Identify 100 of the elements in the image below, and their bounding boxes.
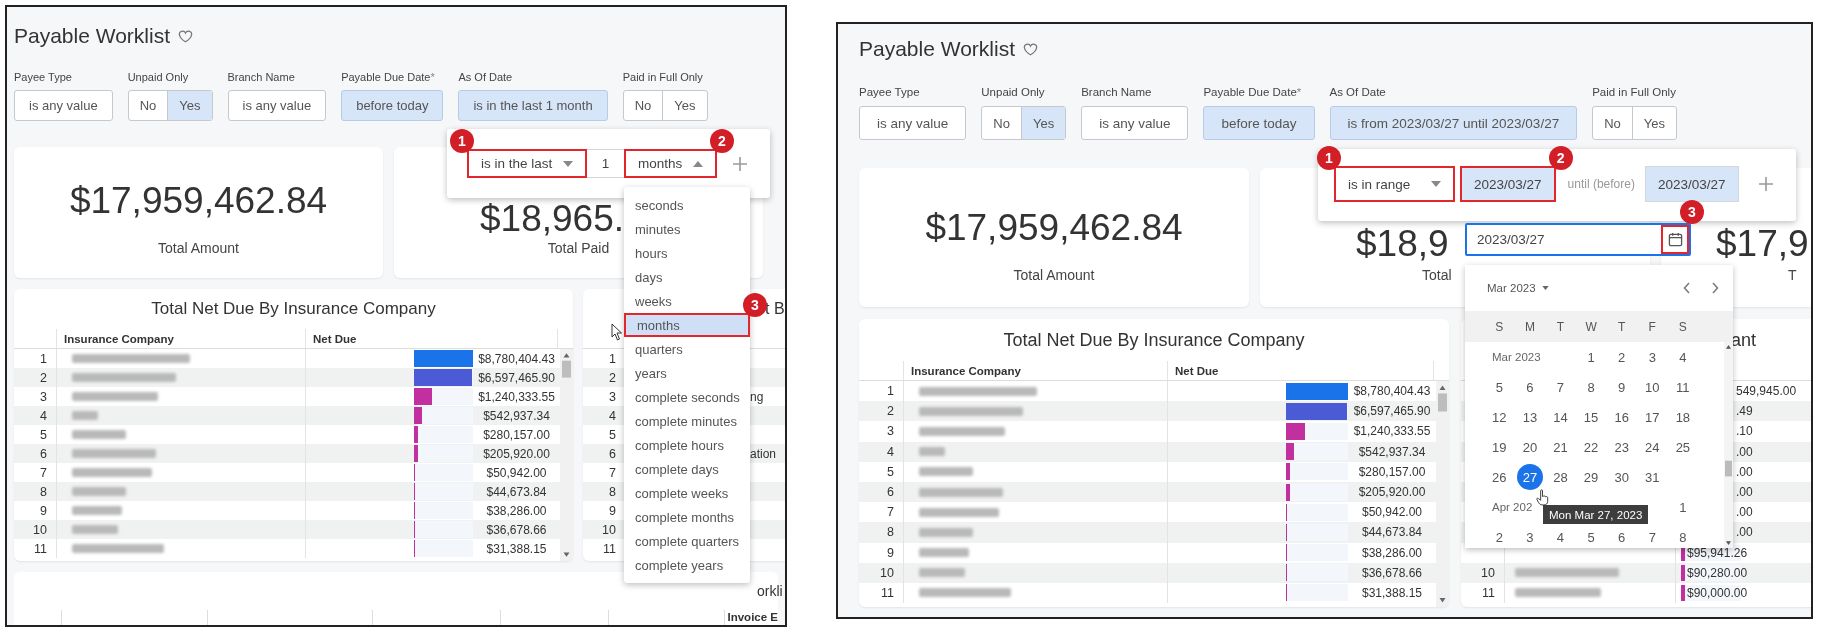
day-cell[interactable]: 1 (1578, 344, 1605, 370)
day-cell[interactable]: 3 (1516, 524, 1543, 548)
amount-label: T (1788, 266, 1797, 284)
toggle-option[interactable]: Yes (662, 91, 707, 120)
day-cell[interactable]: 18 (1669, 404, 1696, 430)
heart-icon[interactable] (178, 28, 193, 44)
day-cell[interactable]: 22 (1578, 434, 1605, 460)
day-cell[interactable]: 12 (1486, 404, 1513, 430)
filter-button[interactable]: is from 2023/03/27 until 2023/03/27 (1329, 106, 1578, 140)
filter-button[interactable]: is any value (859, 106, 967, 140)
filter-button[interactable]: is any value (14, 90, 113, 121)
menu-item[interactable]: quarters (624, 337, 694, 361)
day-cell[interactable]: 15 (1578, 404, 1605, 430)
menu-item[interactable]: complete seconds (624, 385, 751, 409)
column-header[interactable]: Insurance Company (904, 361, 1168, 380)
day-cell[interactable]: 7 (1639, 524, 1666, 548)
dropdown-select[interactable]: is in the last (467, 149, 587, 178)
date-field[interactable]: 2023/03/27 (1465, 223, 1691, 256)
menu-item[interactable]: seconds (624, 193, 695, 217)
day-cell[interactable]: 14 (1547, 404, 1574, 430)
day-cell[interactable]: 16 (1608, 404, 1635, 430)
toggle-option[interactable]: No (1593, 107, 1632, 139)
day-cell[interactable]: 24 (1639, 434, 1666, 460)
toggle-option[interactable]: Yes (167, 91, 212, 120)
menu-item[interactable]: months (624, 313, 750, 337)
menu-item[interactable]: minutes (624, 217, 692, 241)
dropdown-select[interactable]: is in range (1334, 166, 1455, 202)
toggle-option[interactable]: Yes (1631, 107, 1676, 139)
day-cell[interactable]: 10 (1639, 374, 1666, 400)
menu-item[interactable]: complete hours (624, 433, 735, 457)
menu-item[interactable]: days (624, 265, 674, 289)
scrollbar[interactable] (1436, 381, 1449, 607)
day-cell[interactable]: 25 (1669, 434, 1696, 460)
day-cell[interactable]: 8 (1578, 374, 1605, 400)
date-chip[interactable]: 2023/03/27 (1644, 166, 1739, 202)
day-cell[interactable]: 11 (1669, 374, 1696, 400)
day-cell[interactable]: 29 (1578, 464, 1605, 490)
column-header[interactable]: Net Due (1168, 361, 1434, 380)
day-cell[interactable]: 8 (1669, 524, 1696, 548)
toggle-option[interactable]: No (623, 91, 663, 120)
menu-item[interactable]: hours (624, 241, 679, 265)
day-cell[interactable]: 23 (1608, 434, 1635, 460)
row-number: 6 (859, 481, 904, 503)
day-cell[interactable]: 6 (1516, 374, 1543, 400)
column-header[interactable]: Insurance Company (57, 329, 306, 348)
table-title: orkli (757, 583, 783, 599)
menu-item[interactable]: complete months (624, 505, 745, 529)
toggle-option[interactable]: Yes (1020, 107, 1066, 139)
dropdown-select[interactable]: months (624, 149, 717, 178)
day-cell[interactable]: 5 (1486, 374, 1513, 400)
calendar-button[interactable] (1661, 225, 1689, 254)
day-cell[interactable]: 6 (1608, 524, 1635, 548)
toggle-option[interactable]: No (128, 91, 168, 120)
scrollbar[interactable] (1724, 342, 1733, 548)
chevron-right-icon[interactable] (1711, 282, 1719, 294)
day-cell[interactable]: 7 (1547, 374, 1574, 400)
toggle-option[interactable]: No (982, 107, 1021, 139)
heart-icon[interactable] (1023, 41, 1038, 57)
filter-button[interactable]: is any value (227, 90, 327, 121)
filter-button[interactable]: before today (1203, 106, 1315, 140)
day-cell[interactable]: 2 (1486, 524, 1513, 548)
day-cell[interactable]: 4 (1547, 524, 1574, 548)
day-cell[interactable]: 9 (1608, 374, 1635, 400)
menu-item[interactable]: complete quarters (624, 529, 751, 553)
menu-item[interactable]: complete weeks (624, 481, 740, 505)
filter-button[interactable]: is in the last 1 month (458, 90, 608, 121)
scrollbar[interactable] (560, 349, 573, 561)
day-cell[interactable]: 30 (1608, 464, 1635, 490)
day-cell[interactable]: 27 (1516, 464, 1543, 490)
day-cell[interactable]: 17 (1639, 404, 1666, 430)
cell-text: ation (750, 446, 777, 461)
day-cell[interactable]: 3 (1639, 344, 1666, 370)
day-cell[interactable]: 19 (1486, 434, 1513, 460)
filter-button[interactable]: is any value (1081, 106, 1189, 140)
row-number: 5 (609, 427, 616, 442)
day-cell[interactable]: 31 (1639, 464, 1666, 490)
day-cell[interactable]: 26 (1486, 464, 1513, 490)
month-select[interactable]: Mar 2023 (1481, 282, 1555, 294)
column-header[interactable]: Net Due (306, 329, 558, 348)
day-cell[interactable]: 2 (1608, 344, 1635, 370)
chevron-left-icon[interactable] (1683, 282, 1691, 294)
menu-item[interactable]: complete years (624, 553, 735, 577)
day-cell[interactable]: 13 (1516, 404, 1543, 430)
day-cell[interactable]: 1 (1669, 494, 1696, 520)
menu-item[interactable]: weeks (624, 289, 683, 313)
menu-item[interactable]: complete days (624, 457, 730, 481)
date-chip[interactable]: 2023/03/27 (1460, 166, 1556, 202)
add-icon[interactable] (1758, 177, 1773, 191)
filter-label: Payable Due Date* (341, 70, 435, 84)
day-cell[interactable]: 28 (1547, 464, 1574, 490)
filter-button[interactable]: before today (341, 90, 444, 121)
day-cell[interactable]: 4 (1669, 344, 1696, 370)
day-cell[interactable]: 5 (1578, 524, 1605, 548)
menu-item[interactable]: years (624, 361, 678, 385)
add-icon[interactable] (733, 157, 747, 171)
menu-item[interactable]: complete minutes (624, 409, 748, 433)
weekday-label: W (1584, 319, 1598, 334)
day-cell[interactable]: 21 (1547, 434, 1574, 460)
day-cell[interactable]: 20 (1516, 434, 1543, 460)
column-header[interactable]: Invoice E (723, 610, 778, 625)
